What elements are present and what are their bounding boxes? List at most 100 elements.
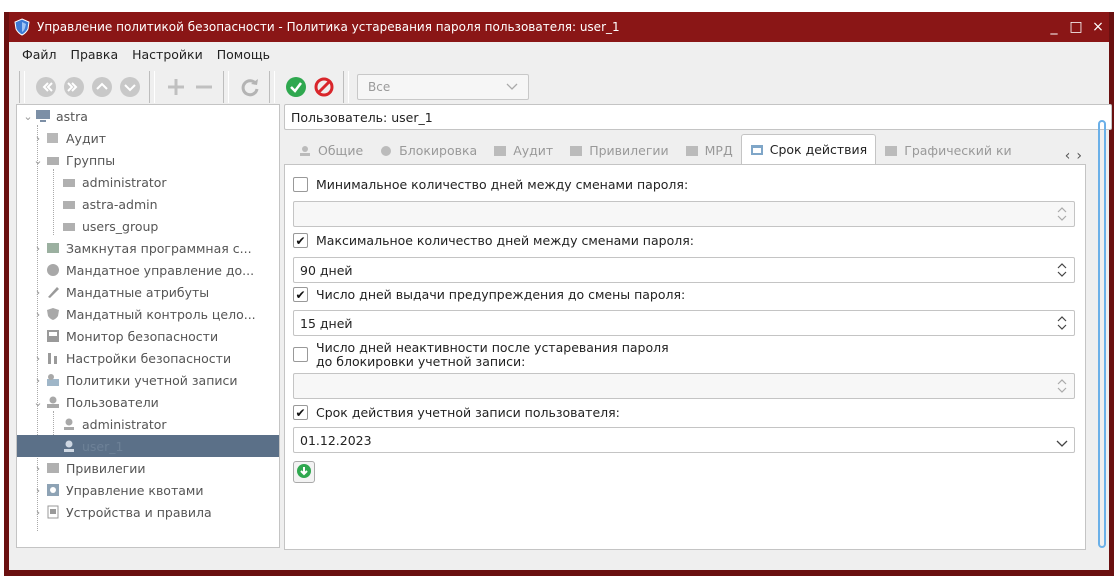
navigation-tree[interactable]: ⌄ astra › Аудит ⌄ Группы administrator a… — [16, 104, 280, 548]
groups-icon — [45, 153, 61, 167]
tab-expiry[interactable]: Срок действия — [740, 134, 877, 164]
chevron-left-icon[interactable]: ‹ — [1065, 148, 1071, 164]
tree-item-audit[interactable]: › Аудит — [17, 127, 279, 149]
down-icon[interactable] — [117, 74, 143, 100]
min-days-row: Минимальное количество дней между сменам… — [293, 177, 688, 192]
toolbar-handle[interactable] — [19, 71, 25, 103]
chevron-right-icon[interactable]: › — [31, 374, 45, 387]
tab-mrd[interactable]: МРД — [677, 137, 741, 164]
tree-item-security-settings[interactable]: › Настройки безопасности — [17, 347, 279, 369]
tree-item-devices[interactable]: › Устройства и правила — [17, 501, 279, 523]
remove-icon[interactable] — [191, 74, 217, 100]
refresh-icon[interactable] — [237, 74, 263, 100]
tree-item-integrity[interactable]: › Мандатный контроль цело... — [17, 303, 279, 325]
tree-item-label: Управление квотами — [66, 482, 204, 498]
spin-arrows-icon[interactable] — [1056, 206, 1068, 222]
max-days-spinbox[interactable]: 90 дней — [293, 257, 1075, 283]
warn-days-checkbox[interactable]: ✔ — [293, 287, 308, 302]
apply-icon[interactable] — [283, 74, 309, 100]
first-icon[interactable] — [33, 74, 59, 100]
close-button[interactable]: × — [1087, 19, 1109, 35]
shield-app-icon — [11, 16, 33, 38]
tree-item-mandatory-access[interactable]: Мандатное управление до... — [17, 259, 279, 281]
tree-item-label: Политики учетной записи — [66, 372, 238, 388]
chevron-right-icon[interactable]: › — [31, 462, 45, 475]
chevron-right-icon[interactable]: › — [31, 286, 45, 299]
min-days-checkbox[interactable] — [293, 177, 308, 192]
chevron-right-icon[interactable]: › — [31, 242, 45, 255]
tree-item-quotas[interactable]: › Управление квотами — [17, 479, 279, 501]
inactive-days-checkbox[interactable] — [293, 347, 308, 362]
chevron-right-icon[interactable]: › — [31, 132, 45, 145]
inactive-days-label-line1: Число дней неактивности после устаревани… — [316, 340, 669, 355]
chevron-right-icon[interactable]: › — [31, 506, 45, 519]
spin-arrows-icon[interactable] — [1056, 378, 1068, 394]
integrity-icon — [45, 307, 61, 321]
tab-label: Графический ки — [904, 143, 1012, 158]
tree-item-security-monitor[interactable]: Монитор безопасности — [17, 325, 279, 347]
warn-days-value: 15 дней — [300, 315, 353, 331]
menu-edit[interactable]: Правка — [64, 47, 126, 62]
menu-settings[interactable]: Настройки — [125, 47, 210, 62]
min-days-spinbox[interactable] — [293, 201, 1075, 227]
up-icon[interactable] — [89, 74, 115, 100]
tab-label: МРД — [704, 143, 733, 158]
chevron-right-icon[interactable]: › — [31, 308, 45, 321]
tree-item-user-1[interactable]: user_1 — [17, 435, 279, 457]
right-scrollbar[interactable] — [1096, 120, 1108, 550]
tab-privileges[interactable]: Привилегии — [561, 137, 676, 164]
last-icon[interactable] — [61, 74, 87, 100]
desktop-background — [0, 0, 1116, 12]
tree-item-user-administrator[interactable]: administrator — [17, 413, 279, 435]
tree-item-astra[interactable]: ⌄ astra — [17, 105, 279, 127]
expire-date-combo[interactable]: 01.12.2023 — [293, 427, 1075, 453]
tree-item-label: administrator — [82, 174, 167, 190]
chevron-right-icon[interactable]: › — [1076, 148, 1082, 164]
tree-item-group-astra-admin[interactable]: astra-admin — [17, 193, 279, 215]
tab-lock[interactable]: Блокировка — [371, 137, 485, 164]
title-bar[interactable]: Управление политикой безопасности - Поли… — [9, 12, 1109, 42]
users-icon — [45, 395, 61, 409]
minimize-button[interactable]: _ — [1043, 19, 1065, 35]
tree-item-label: Мандатные атрибуты — [66, 284, 210, 300]
tab-general[interactable]: Общие — [290, 137, 371, 164]
maximize-button[interactable]: □ — [1065, 19, 1087, 35]
tree-item-account-policy[interactable]: › Политики учетной записи — [17, 369, 279, 391]
tree-item-mandatory-attrs[interactable]: › Мандатные атрибуты — [17, 281, 279, 303]
audit-icon — [493, 145, 507, 157]
add-icon[interactable] — [163, 74, 189, 100]
download-button[interactable] — [293, 461, 315, 483]
chevron-down-icon[interactable] — [1056, 436, 1068, 452]
privileges-icon — [569, 145, 583, 157]
menu-help[interactable]: Помощь — [210, 47, 277, 62]
cancel-icon[interactable] — [311, 74, 337, 100]
expire-date-checkbox[interactable]: ✔ — [293, 405, 308, 420]
tree-item-users[interactable]: ⌄ Пользователи — [17, 391, 279, 413]
tab-audit[interactable]: Аудит — [485, 137, 561, 164]
menu-file[interactable]: Файл — [15, 47, 64, 62]
tree-item-label: Пользователи — [66, 394, 159, 410]
warn-days-spinbox[interactable]: 15 дней — [293, 310, 1075, 336]
spin-arrows-icon[interactable] — [1056, 315, 1068, 331]
tree-item-groups[interactable]: ⌄ Группы — [17, 149, 279, 171]
tree-item-privileges[interactable]: › Привилегии — [17, 457, 279, 479]
max-days-checkbox[interactable]: ✔ — [293, 233, 308, 248]
spin-arrows-icon[interactable] — [1056, 262, 1068, 278]
download-icon — [296, 463, 312, 482]
window-title: Управление политикой безопасности - Поли… — [37, 20, 620, 34]
chevron-right-icon[interactable]: › — [31, 352, 45, 365]
tree-item-label: astra-admin — [82, 196, 158, 212]
chevron-right-icon[interactable]: › — [31, 484, 45, 497]
chevron-down-icon[interactable]: ⌄ — [31, 396, 45, 409]
calendar-icon — [750, 144, 764, 156]
filter-combo[interactable]: Все — [357, 74, 529, 100]
tree-item-group-administrator[interactable]: administrator — [17, 171, 279, 193]
tree-item-closed-env[interactable]: › Замкнутая программная с... — [17, 237, 279, 259]
warn-days-row: ✔ Число дней выдачи предупреждения до см… — [293, 287, 685, 302]
inactive-days-spinbox[interactable] — [293, 373, 1075, 399]
chevron-down-icon[interactable]: ⌄ — [31, 154, 45, 167]
tab-graphical[interactable]: Графический ки — [876, 137, 1019, 164]
tree-item-group-users[interactable]: users_group — [17, 215, 279, 237]
chevron-down-icon[interactable]: ⌄ — [21, 110, 35, 123]
scrollbar-thumb[interactable] — [1098, 120, 1106, 548]
